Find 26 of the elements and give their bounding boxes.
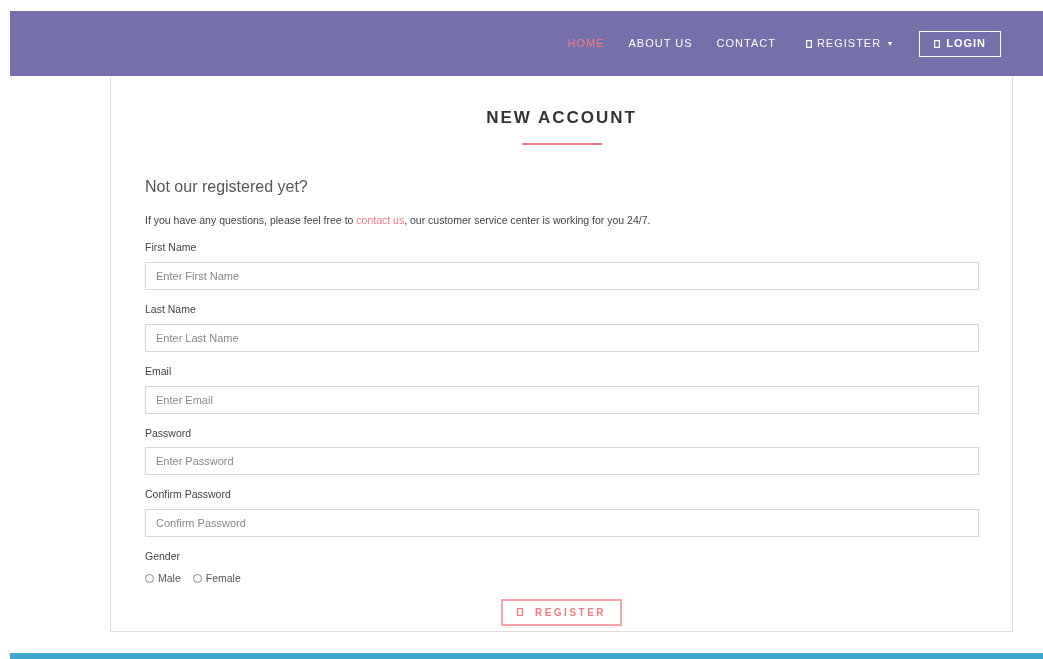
intro-text: If you have any questions, please feel free to contact us, our customer service center is working for you 24/7. — [145, 212, 652, 228]
input-field[interactable]: Enter Password — [145, 447, 979, 476]
nav-link[interactable]: CONTACT — [716, 35, 776, 52]
radio-button[interactable] — [192, 574, 202, 584]
register-button[interactable]: REGISTER — [500, 598, 623, 626]
section-heading: Not our registered yet? — [145, 176, 309, 197]
radio-button[interactable] — [145, 574, 154, 584]
input-field[interactable]: Confirm Password — [145, 509, 979, 537]
login-button[interactable]: LOGIN — [919, 30, 1001, 57]
square-icon — [516, 608, 523, 616]
register-menu[interactable]: REGISTER ▾ — [805, 35, 894, 52]
input-field[interactable]: Enter Email — [145, 385, 979, 414]
page-title: NEW ACCOUNT — [485, 107, 638, 129]
input-field[interactable]: Enter Last Name — [145, 323, 979, 352]
input-field[interactable]: Enter First Name — [145, 262, 979, 290]
field-label: First Name — [145, 240, 198, 256]
field-label: Last Name — [145, 302, 197, 317]
square-icon — [805, 39, 812, 48]
square-icon — [934, 39, 941, 48]
radio-option[interactable]: Female — [192, 570, 241, 587]
field-label: Gender — [145, 549, 182, 564]
field-label: Password — [145, 425, 193, 441]
radio-option[interactable]: Male — [145, 570, 181, 587]
field-label: Email — [145, 363, 173, 379]
field-label: Confirm Password — [145, 487, 232, 503]
nav-link[interactable]: ABOUT US — [628, 35, 693, 52]
